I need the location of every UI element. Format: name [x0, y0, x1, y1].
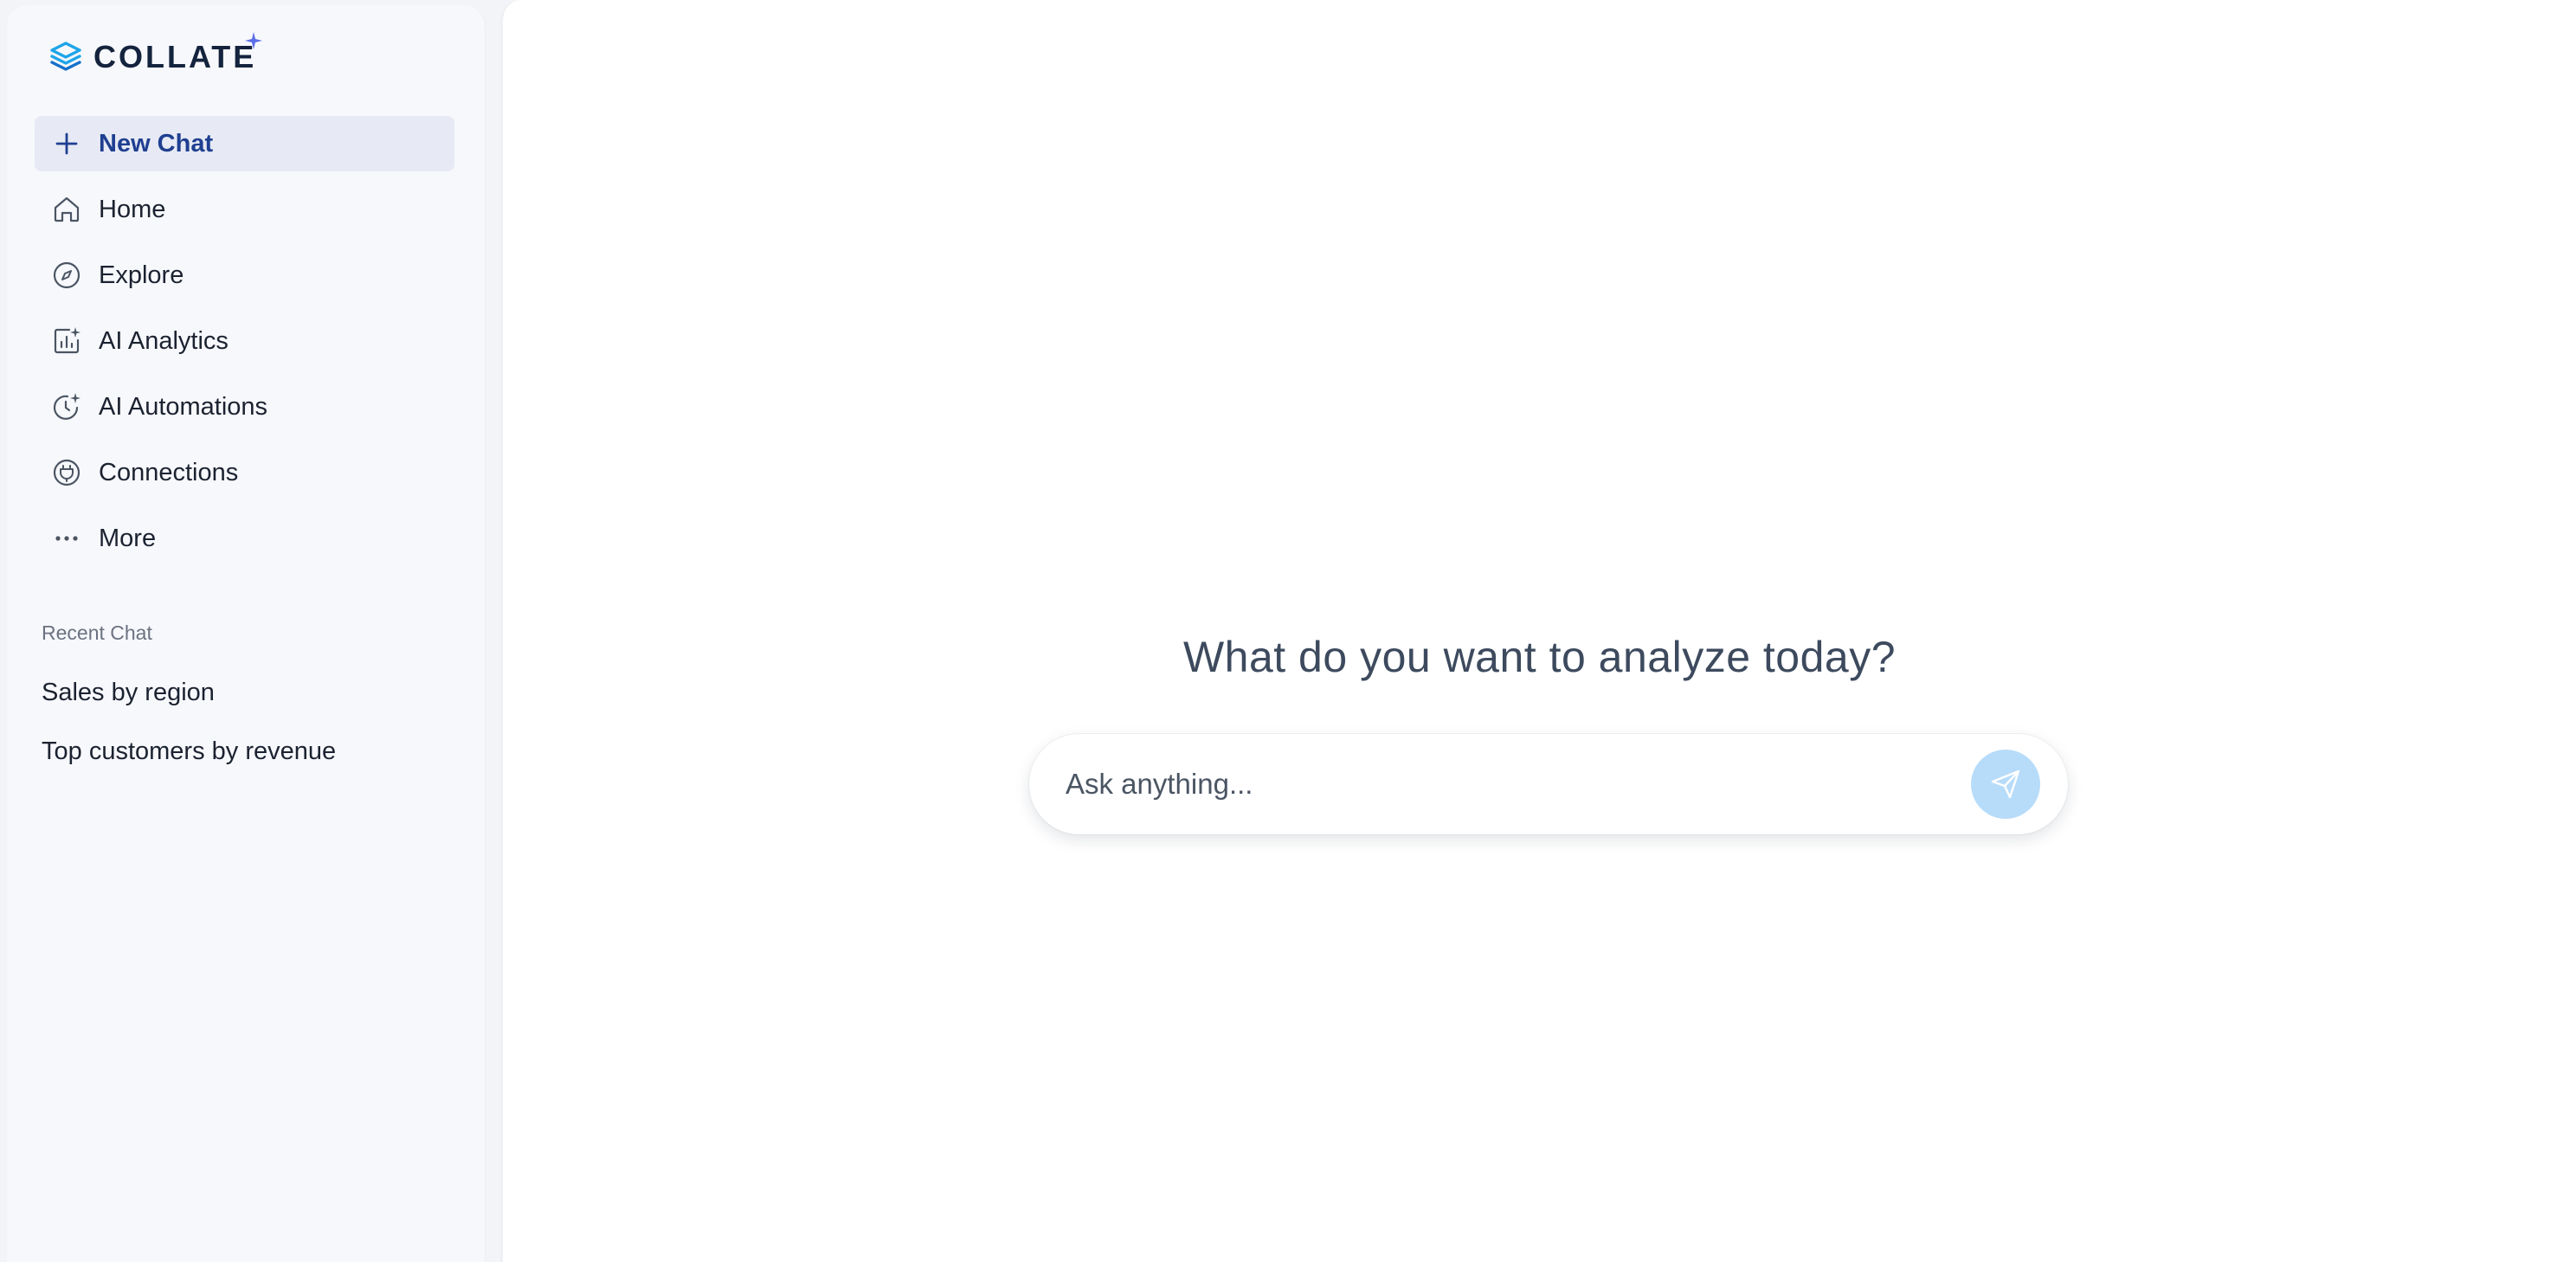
plug-icon [50, 456, 83, 489]
sidebar-item-home[interactable]: Home [35, 182, 454, 237]
sidebar-item-label: Explore [99, 261, 184, 289]
compass-icon [50, 259, 83, 292]
sidebar-item-label: AI Analytics [99, 326, 229, 355]
sidebar-item-ai-analytics[interactable]: AI Analytics [35, 313, 454, 369]
analytics-sparkle-icon [50, 325, 83, 357]
sidebar-nav: New Chat Home Explore AI Analytics AI Au… [35, 116, 454, 576]
sidebar-item-explore[interactable]: Explore [35, 248, 454, 303]
home-icon [50, 193, 83, 226]
sidebar-item-label: AI Automations [99, 392, 268, 421]
plus-icon [50, 127, 83, 160]
recent-chat-heading: Recent Chat [42, 621, 152, 644]
sidebar: COLLATE New Chat Home Explore AI Analyti… [7, 5, 486, 1262]
sidebar-item-more[interactable]: More [35, 511, 454, 566]
chat-input-box [1029, 734, 2068, 834]
automation-clock-icon [50, 390, 83, 423]
main-panel: What do you want to analyze today? [500, 0, 2576, 1262]
sparkle-icon [245, 32, 262, 49]
recent-chat-item[interactable]: Sales by region [42, 663, 336, 722]
app-window: COLLATE New Chat Home Explore AI Analyti… [0, 0, 2576, 1262]
sidebar-item-ai-automations[interactable]: AI Automations [35, 379, 454, 435]
chat-input[interactable] [1064, 758, 1971, 810]
collate-layers-logo-icon [50, 42, 81, 71]
brand-name: COLLATE [93, 39, 257, 74]
sidebar-item-connections[interactable]: Connections [35, 445, 454, 500]
send-button[interactable] [1971, 750, 2040, 819]
sidebar-item-label: Connections [99, 458, 239, 486]
brand-logo[interactable]: COLLATE [47, 32, 262, 78]
sidebar-item-label: New Chat [99, 129, 214, 158]
ellipsis-icon [50, 522, 83, 555]
sidebar-item-label: More [99, 524, 157, 552]
sidebar-item-new-chat[interactable]: New Chat [35, 116, 454, 171]
sidebar-item-label: Home [99, 195, 166, 223]
send-icon [1991, 769, 2020, 799]
recent-chat-list: Sales by region Top customers by revenue [42, 672, 336, 781]
recent-chat-item[interactable]: Top customers by revenue [42, 722, 336, 781]
page-title: What do you want to analyze today? [1182, 633, 1897, 681]
